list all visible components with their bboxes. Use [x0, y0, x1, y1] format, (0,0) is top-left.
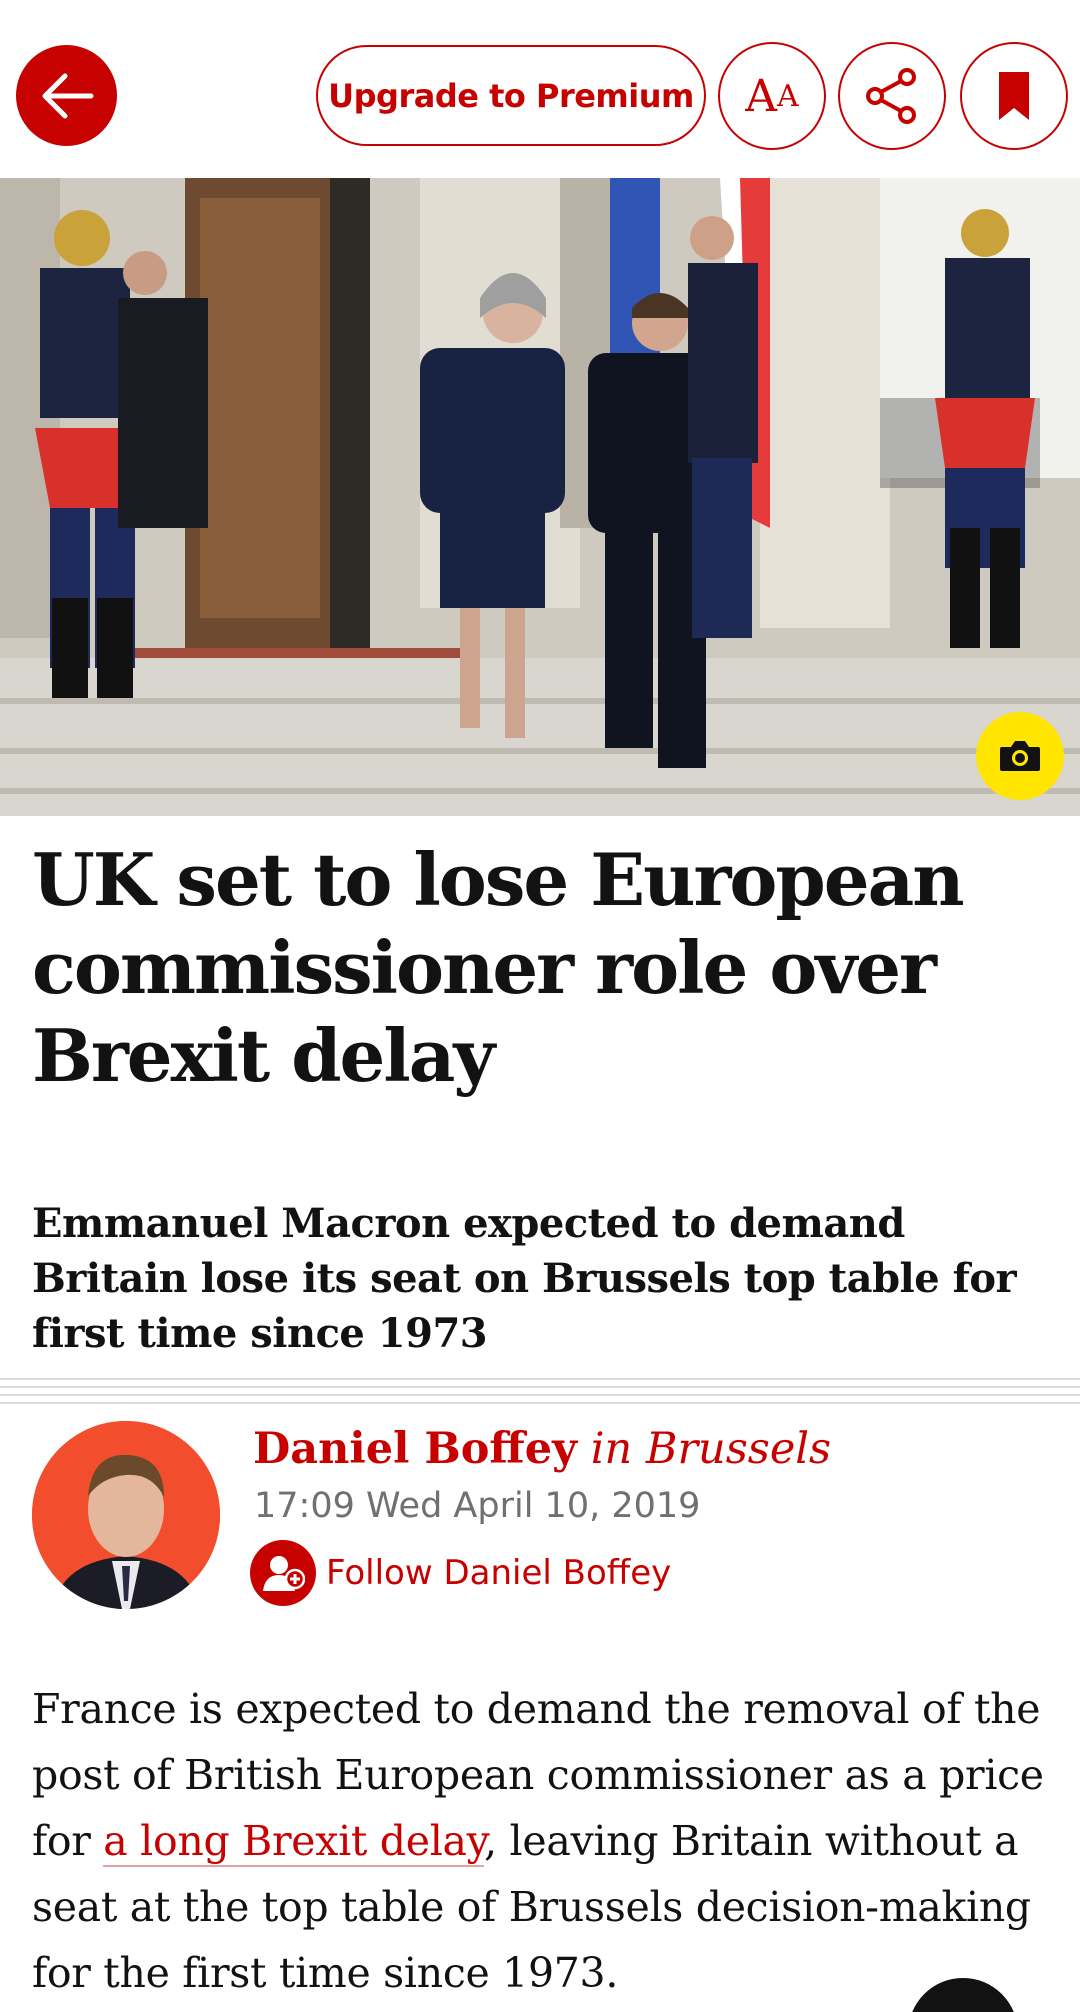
divider-line — [0, 1386, 1080, 1388]
follow-author-button[interactable]: Follow Daniel Boffey — [250, 1540, 671, 1606]
author-byline: Daniel Boffey in Brussels — [253, 1424, 831, 1474]
camera-icon — [1000, 741, 1040, 771]
font-size-label-small: A — [777, 78, 799, 114]
divider-line — [0, 1378, 1080, 1380]
hero-photo — [0, 178, 1080, 816]
top-toolbar: Upgrade to Premium AA — [0, 0, 1080, 178]
divider-line — [0, 1394, 1080, 1396]
upgrade-premium-button[interactable]: Upgrade to Premium — [316, 45, 706, 146]
text-size-button[interactable]: AA — [718, 42, 826, 150]
author-name-link[interactable]: Daniel Boffey — [253, 1424, 577, 1474]
publish-datetime: 17:09 Wed April 10, 2019 — [254, 1486, 701, 1526]
hero-photo-illustration — [0, 178, 1080, 816]
article-page: Upgrade to Premium AA UK set to lose Eur… — [0, 0, 1080, 2012]
share-icon — [866, 68, 916, 124]
article-body-paragraph: France is expected to demand the removal… — [32, 1676, 1062, 2006]
author-avatar[interactable] — [32, 1421, 220, 1609]
photo-caption-button[interactable] — [976, 712, 1064, 800]
follow-author-label: Follow Daniel Boffey — [326, 1553, 672, 1593]
bookmark-icon — [999, 72, 1029, 120]
divider-line — [0, 1402, 1080, 1404]
font-size-label-large: A — [745, 70, 778, 122]
arrow-left-icon — [42, 73, 93, 118]
article-standfirst: Emmanuel Macron expected to demand Brita… — [32, 1200, 1017, 1357]
bookmark-button[interactable] — [960, 42, 1068, 150]
author-portrait — [32, 1421, 220, 1609]
share-button[interactable] — [838, 42, 946, 150]
author-location: in Brussels — [577, 1424, 832, 1474]
back-button[interactable] — [16, 45, 117, 146]
brexit-delay-link[interactable]: a long Brexit delay — [103, 1817, 484, 1867]
follow-person-icon — [250, 1540, 316, 1606]
article-headline: UK set to lose European commissioner rol… — [32, 837, 965, 1098]
